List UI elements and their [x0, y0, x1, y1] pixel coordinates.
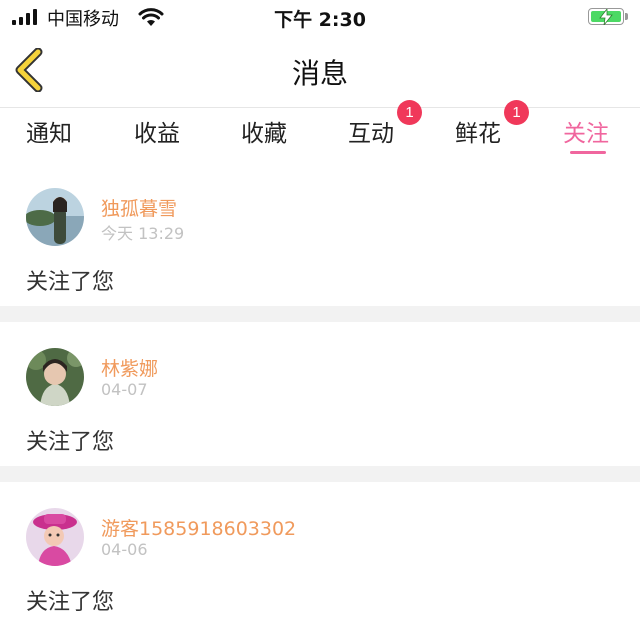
user-avatar-image [26, 508, 84, 566]
battery-icon [588, 8, 624, 25]
user-avatar-image [26, 348, 84, 406]
tab-flowers-badge: 1 [504, 100, 529, 125]
list-item[interactable]: 林紫娜 04-07 关注了您 [0, 322, 640, 465]
active-tab-indicator [570, 151, 606, 154]
charging-bolt-icon [599, 9, 613, 25]
message-text: 关注了您 [26, 430, 115, 455]
timestamp: 04-06 [101, 540, 148, 559]
timestamp: 今天 13:29 [101, 224, 185, 243]
tab-notifications[interactable]: 通知 [26, 114, 72, 148]
username[interactable]: 林紫娜 [101, 354, 158, 381]
avatar[interactable] [26, 188, 84, 246]
message-text: 关注了您 [26, 270, 115, 295]
user-avatar-image [26, 188, 84, 246]
message-text: 关注了您 [26, 590, 115, 615]
separator [0, 466, 640, 482]
page-title: 消息 [291, 57, 348, 90]
tab-following[interactable]: 关注 [563, 114, 609, 148]
tab-interactions-badge: 1 [397, 100, 422, 125]
messages-page: 中国移动 下午 2:30 消息 通知 收益 收藏 互动 1 鲜花 1 关注 独孤… [0, 0, 640, 627]
status-time: 下午 2:30 [274, 9, 366, 31]
list-item[interactable]: 独孤暮雪 今天 13:29 关注了您 [0, 160, 640, 305]
separator [0, 306, 640, 322]
timestamp: 04-07 [101, 380, 148, 399]
tab-flowers[interactable]: 鲜花 [455, 114, 501, 148]
avatar[interactable] [26, 348, 84, 406]
list-item[interactable]: 游客1585918603302 04-06 关注了您 [0, 482, 640, 627]
username[interactable]: 游客1585918603302 [101, 514, 296, 541]
navigation-bar: 消息 [0, 34, 640, 108]
battery-cap [625, 13, 628, 20]
tab-bar: 通知 收益 收藏 互动 1 鲜花 1 关注 [0, 100, 640, 158]
status-bar: 中国移动 下午 2:30 [0, 0, 640, 34]
tab-earnings[interactable]: 收益 [134, 114, 180, 148]
avatar[interactable] [26, 508, 84, 566]
tab-favorites[interactable]: 收藏 [241, 114, 287, 148]
tab-interactions[interactable]: 互动 [348, 114, 394, 148]
username[interactable]: 独孤暮雪 [101, 194, 177, 221]
